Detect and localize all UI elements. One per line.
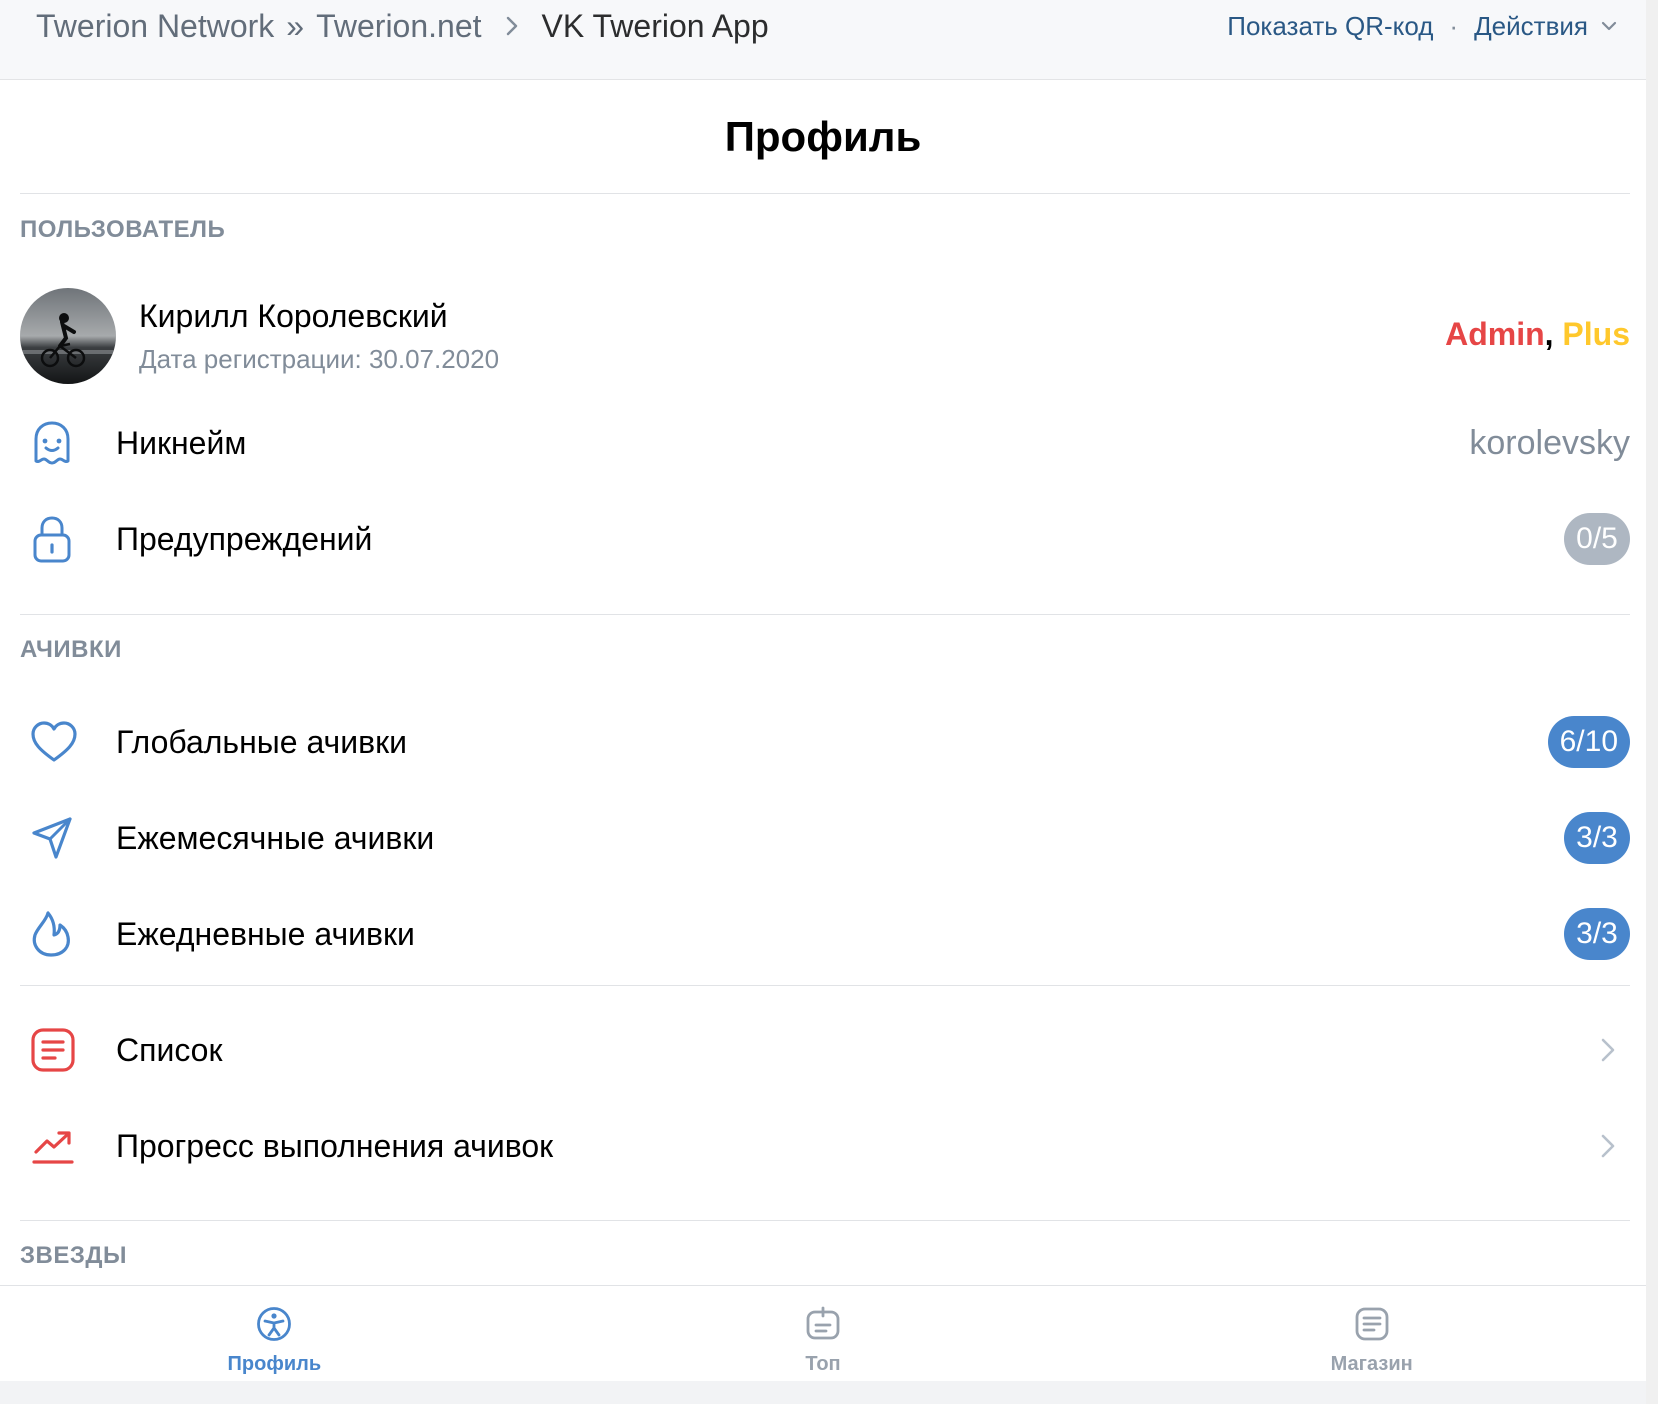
breadcrumb: Twerion Network » Twerion.net VK Twerion… bbox=[36, 6, 769, 46]
chevron-down-icon[interactable] bbox=[1600, 20, 1618, 32]
achievements-list-label: Список bbox=[116, 1031, 223, 1068]
nickname-value: korolevsky bbox=[1469, 423, 1630, 462]
user-roles: Admin, Plus bbox=[1445, 316, 1630, 353]
page-title: Профиль bbox=[724, 112, 922, 160]
role-separator: , bbox=[1544, 316, 1554, 352]
header-bar: Twerion Network » Twerion.net VK Twerion… bbox=[0, 0, 1658, 80]
trending-up-icon bbox=[20, 1098, 90, 1194]
article-icon bbox=[1354, 1306, 1390, 1347]
daily-achievements-counter: 3/3 bbox=[1564, 908, 1630, 960]
global-achievements-label: Глобальные ачивки bbox=[116, 723, 407, 760]
breadcrumb-site[interactable]: Twerion.net bbox=[316, 8, 481, 45]
accessibility-icon bbox=[256, 1306, 292, 1347]
warnings-counter: 0/5 bbox=[1564, 513, 1630, 565]
bottom-tabbar: Профиль Топ Магазин bbox=[0, 1285, 1646, 1381]
actions-separator: · bbox=[1449, 10, 1459, 41]
send-icon bbox=[20, 790, 90, 886]
daily-achievements-label: Ежедневные ачивки bbox=[116, 915, 415, 952]
tab-profile[interactable]: Профиль bbox=[0, 1286, 549, 1381]
user-cell[interactable]: Кирилл Королевский Дата регистрации: 30.… bbox=[20, 288, 1630, 384]
chevron-right-icon bbox=[504, 14, 520, 38]
achievements-progress-label: Прогресс выполнения ачивок bbox=[116, 1127, 554, 1164]
user-name: Кирилл Королевский bbox=[139, 298, 448, 334]
section-title-user: ПОЛЬЗОВАТЕЛЬ bbox=[20, 216, 226, 243]
header-actions: Показать QR-код · Действия bbox=[1227, 6, 1618, 46]
achievements-progress-cell[interactable]: Прогресс выполнения ачивок bbox=[20, 1098, 1630, 1194]
article-icon bbox=[20, 1002, 90, 1098]
tab-shop[interactable]: Магазин bbox=[1097, 1286, 1646, 1381]
fire-icon bbox=[20, 886, 90, 982]
actions-menu-button[interactable]: Действия bbox=[1474, 11, 1588, 42]
divider bbox=[20, 1220, 1630, 1221]
nickname-cell[interactable]: Никнейм korolevsky bbox=[20, 395, 1630, 491]
app-window: Twerion Network » Twerion.net VK Twerion… bbox=[0, 0, 1658, 1404]
monthly-achievements-counter: 3/3 bbox=[1564, 812, 1630, 864]
registration-date: Дата регистрации: 30.07.2020 bbox=[139, 344, 500, 374]
global-achievements-counter: 6/10 bbox=[1547, 716, 1630, 768]
avatar bbox=[20, 288, 116, 384]
show-qr-button[interactable]: Показать QR-код bbox=[1227, 11, 1433, 42]
nickname-label: Никнейм bbox=[116, 424, 247, 461]
breadcrumb-separator: » bbox=[286, 7, 305, 44]
section-title-achievements: АЧИВКИ bbox=[20, 636, 122, 663]
global-achievements-cell[interactable]: Глобальные ачивки 6/10 bbox=[20, 694, 1630, 790]
scrollbar[interactable] bbox=[1646, 0, 1658, 1404]
chevron-right-icon bbox=[1600, 1036, 1630, 1064]
achievements-list-cell[interactable]: Список bbox=[20, 1002, 1630, 1098]
page-content: Профиль ПОЛЬЗОВАТЕЛЬ Кирилл Королевский … bbox=[0, 80, 1658, 1285]
divider bbox=[20, 193, 1630, 194]
divider bbox=[20, 985, 1630, 986]
ghost-icon bbox=[20, 395, 90, 491]
lock-icon bbox=[20, 491, 90, 587]
role-plus-badge: Plus bbox=[1562, 316, 1630, 352]
tab-top[interactable]: Топ bbox=[549, 1286, 1098, 1381]
section-title-stars: ЗВЕЗДЫ bbox=[20, 1242, 128, 1269]
tab-profile-label: Профиль bbox=[227, 1353, 322, 1375]
daily-achievements-cell[interactable]: Ежедневные ачивки 3/3 bbox=[20, 886, 1630, 982]
tab-top-label: Топ bbox=[805, 1353, 841, 1375]
divider bbox=[20, 614, 1630, 615]
poll-icon bbox=[805, 1306, 841, 1347]
app-title: VK Twerion App bbox=[541, 7, 769, 44]
chevron-right-icon bbox=[1600, 1132, 1630, 1160]
tab-shop-label: Магазин bbox=[1330, 1353, 1413, 1375]
role-admin-badge: Admin bbox=[1445, 316, 1545, 352]
monthly-achievements-label: Ежемесячные ачивки bbox=[116, 819, 435, 856]
breadcrumb-network[interactable]: Twerion Network bbox=[36, 8, 274, 45]
monthly-achievements-cell[interactable]: Ежемесячные ачивки 3/3 bbox=[20, 790, 1630, 886]
heart-icon bbox=[20, 694, 90, 790]
warnings-label: Предупреждений bbox=[116, 520, 373, 557]
warnings-cell[interactable]: Предупреждений 0/5 bbox=[20, 491, 1630, 587]
